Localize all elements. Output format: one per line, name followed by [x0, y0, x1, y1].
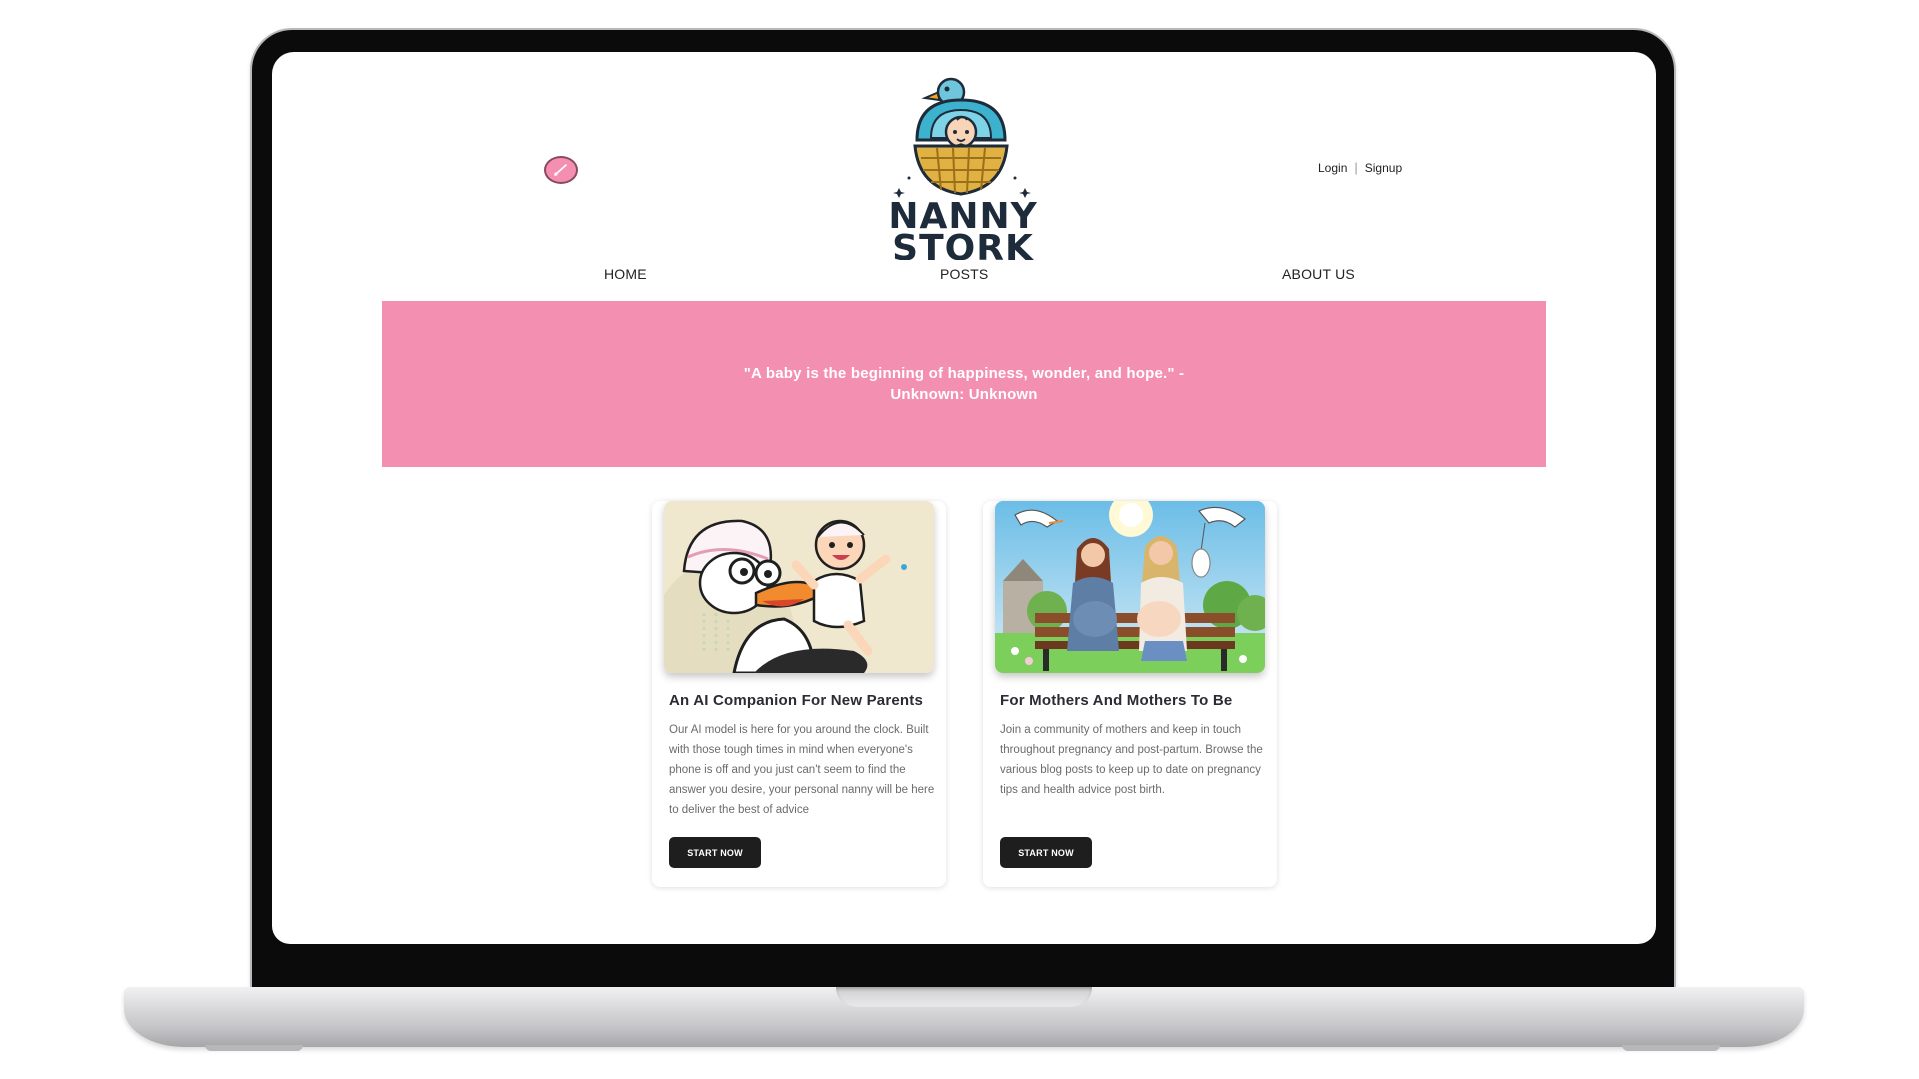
laptop-foot [1622, 1045, 1720, 1051]
card-description: Join a community of mothers and keep in … [1000, 724, 1263, 796]
signup-link[interactable]: Signup [1365, 161, 1402, 175]
start-now-button[interactable]: START NOW [669, 837, 761, 868]
mothers-bench-image [995, 501, 1265, 673]
stork-basket-illustration: NANNY STORK [888, 77, 1037, 269]
card-description: Our AI model is here for you around the … [669, 724, 935, 816]
logo-text-line2: STORK [892, 228, 1034, 260]
quote-line: "A baby is the beginning of happiness, w… [743, 365, 1185, 382]
nav-about-us[interactable]: ABOUT US [1282, 266, 1355, 282]
nanny-stork-logo[interactable]: NANNY STORK [879, 70, 1049, 269]
feature-card-mothers: For Mothers And Mothers To Be Join a com… [983, 501, 1277, 887]
login-link[interactable]: Login [1318, 161, 1347, 175]
quote-author: Unknown: Unknown [890, 386, 1038, 403]
paint-brush-icon [554, 164, 567, 176]
auth-separator: | [1354, 160, 1358, 175]
stork-nanny-image [664, 501, 934, 673]
feature-card-ai-companion: An AI Companion For New Parents Our AI m… [652, 501, 946, 887]
card-title: An AI Companion For New Parents [669, 692, 924, 709]
start-now-button[interactable]: START NOW [1000, 837, 1092, 868]
laptop-notch [836, 987, 1092, 1007]
browser-screen: NANNY STORK Login | Signup HOME POSTS AB… [272, 52, 1656, 944]
theme-toggle-button[interactable] [544, 156, 578, 184]
auth-links: Login | Signup [1318, 160, 1402, 175]
laptop-foot [205, 1045, 303, 1051]
quote-banner: "A baby is the beginning of happiness, w… [382, 301, 1546, 467]
quote-text: "A baby is the beginning of happiness, w… [734, 363, 1194, 405]
nav-home[interactable]: HOME [604, 266, 647, 282]
nav-posts[interactable]: POSTS [940, 266, 988, 282]
card-title: For Mothers And Mothers To Be [1000, 692, 1233, 709]
